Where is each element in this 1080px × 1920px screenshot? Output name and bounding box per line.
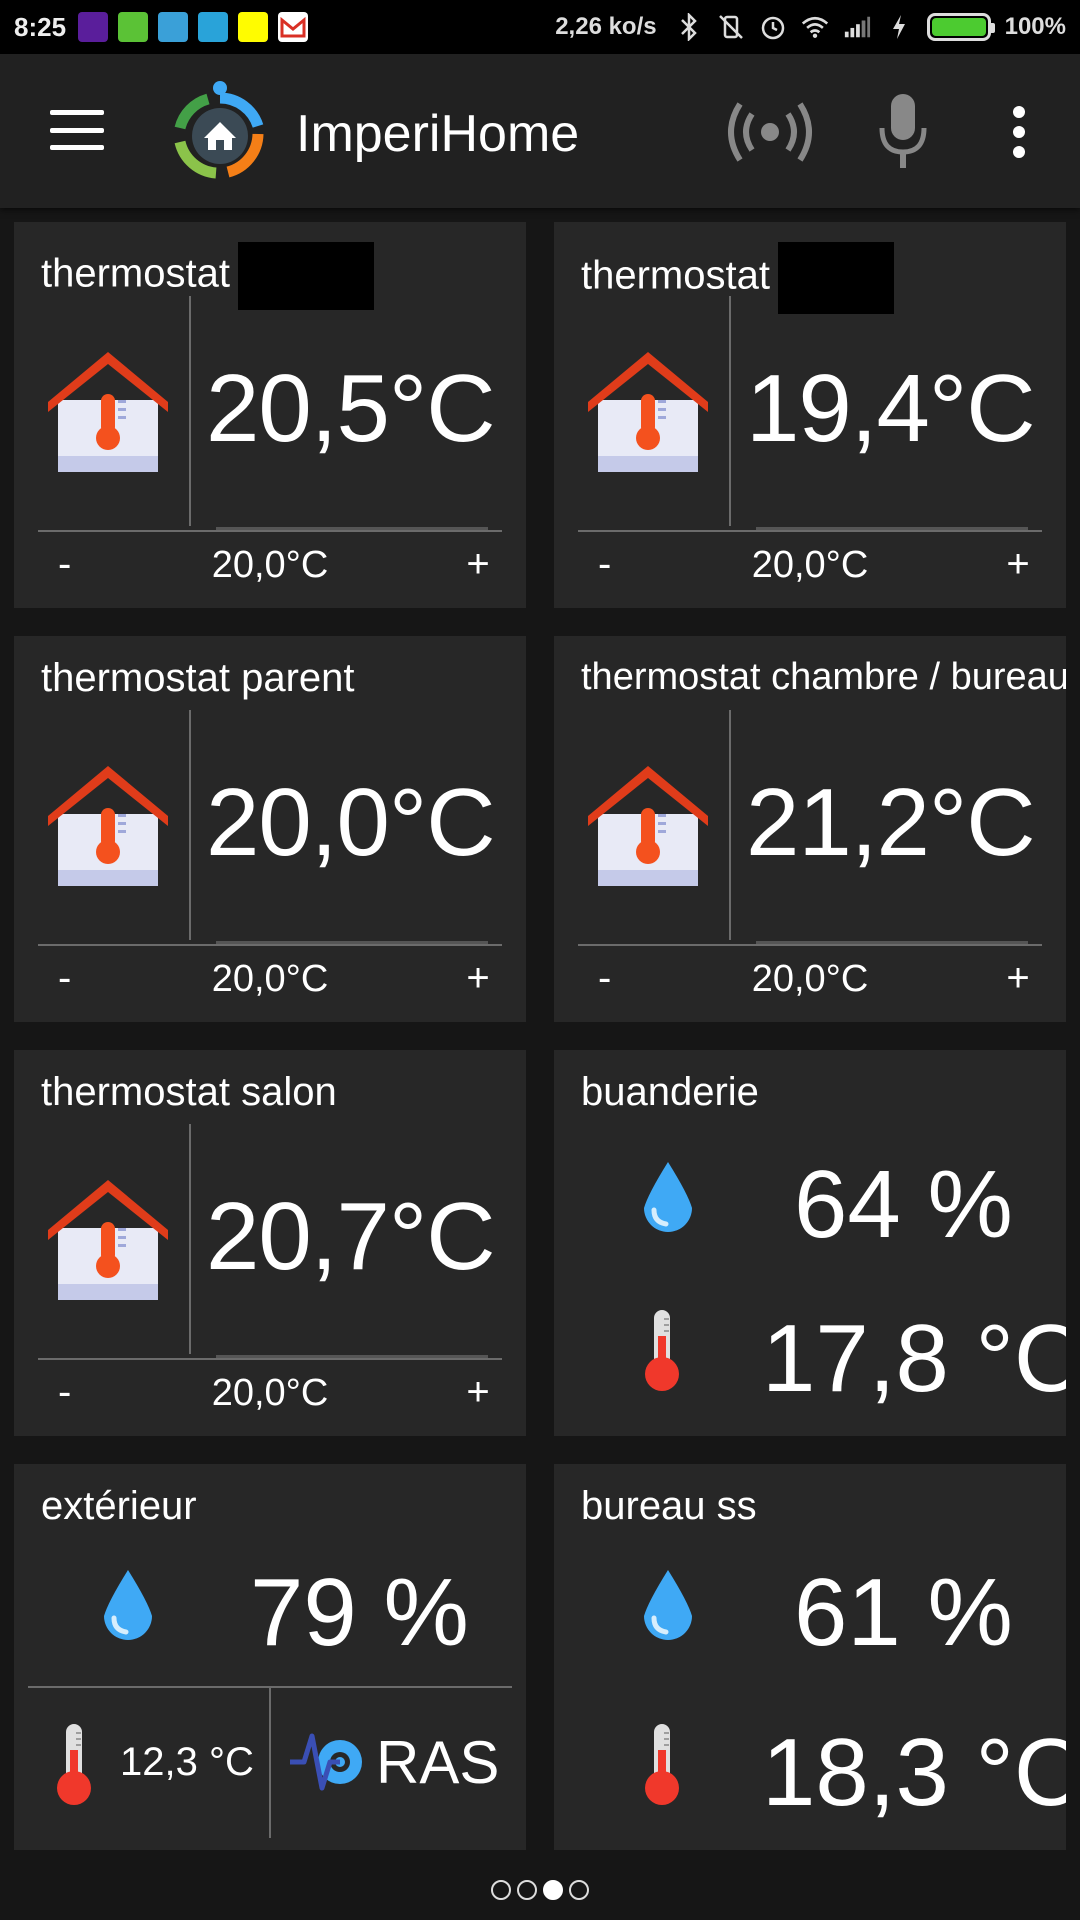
redacted-block [777, 242, 894, 314]
page-dot[interactable] [569, 1880, 589, 1900]
tile-title: thermostat [581, 242, 894, 314]
charging-icon [885, 13, 913, 41]
current-temperature: 20,7°C [206, 1183, 496, 1290]
page-dot[interactable] [491, 1880, 511, 1900]
thermostat-tile[interactable]: thermostat chambre / bureau 21,2°C - 20,… [554, 636, 1066, 1022]
house-thermometer-icon [48, 764, 168, 888]
battery-app-icon [118, 12, 149, 42]
temperature-value: 17,8 °C [762, 1305, 1066, 1412]
imperihome-logo [162, 76, 278, 192]
bluetooth-icon [675, 13, 703, 41]
network-speed: 2,26 ko/s [555, 13, 657, 40]
humidity-value: 64 % [794, 1151, 1013, 1258]
sensor-tile-bureau-ss[interactable]: bureau ss 61 % 18,3 °C [554, 1464, 1066, 1850]
app-title: ImperiHome [296, 105, 580, 163]
thermometer-icon [52, 1722, 96, 1808]
humidity-value: 61 % [794, 1559, 1013, 1666]
thermostat-tile[interactable]: thermostat parent 20,0°C - 20,0°C + [14, 636, 526, 1022]
tile-title: buanderie [581, 1070, 759, 1114]
page-dot[interactable] [517, 1880, 537, 1900]
current-temperature: 20,5°C [206, 355, 496, 462]
increase-button[interactable]: + [458, 956, 498, 1001]
status-bar: 8:25 2,26 ko/s 100% [0, 0, 1080, 54]
notification-icons [78, 12, 309, 42]
thermostat-tile[interactable]: thermostat 19,4°C - 20,0°C + [554, 222, 1066, 608]
thermostat-tile[interactable]: thermostat salon 20,7°C - 20,0°C + [14, 1050, 526, 1436]
decrease-button[interactable]: - [598, 956, 638, 1001]
tile-title: bureau ss [581, 1484, 757, 1528]
calendar-icon [198, 12, 229, 42]
sensor-tile-buanderie[interactable]: buanderie 64 % 17,8 °C [554, 1050, 1066, 1436]
broadcast-button[interactable] [722, 92, 818, 172]
thermometer-icon [640, 1308, 684, 1394]
thermostat-tile[interactable]: thermostat 20,5°C - 20,0°C + [14, 222, 526, 608]
page-indicator[interactable] [0, 1872, 1080, 1908]
tile-title: thermostat parent [41, 656, 355, 700]
house-thermometer-icon [48, 1178, 168, 1302]
signal-icon [843, 13, 871, 41]
status-value: RAS [376, 1729, 500, 1796]
status-right: 2,26 ko/s 100% [555, 0, 1066, 54]
house-thermometer-icon [588, 764, 708, 888]
app-bar: ImperiHome [0, 54, 1080, 208]
wifi-icon [801, 13, 829, 41]
tile-title: extérieur [41, 1484, 197, 1528]
humidity-drop-icon [638, 1568, 698, 1644]
alarm-icon [759, 13, 787, 41]
microphone-button[interactable] [876, 92, 930, 172]
thermometer-icon [640, 1722, 684, 1808]
decrease-button[interactable]: - [58, 1370, 98, 1415]
hamburger-menu-button[interactable] [50, 110, 104, 150]
decrease-button[interactable]: - [598, 542, 638, 587]
temperature-value: 12,3 °C [120, 1740, 254, 1784]
news-icon [158, 12, 189, 42]
page-dot-active[interactable] [543, 1880, 563, 1900]
decrease-button[interactable]: - [58, 956, 98, 1001]
current-temperature: 19,4°C [746, 355, 1036, 462]
humidity-drop-icon [98, 1568, 158, 1644]
vibrate-off-icon [717, 13, 745, 41]
current-temperature: 21,2°C [746, 769, 1036, 876]
status-pulse-icon [288, 1726, 368, 1796]
battery-icon [926, 13, 995, 41]
battery-percent: 100% [1004, 13, 1066, 40]
decrease-button[interactable]: - [58, 542, 98, 587]
house-thermometer-icon [48, 350, 168, 474]
tile-title: thermostat salon [41, 1070, 337, 1114]
increase-button[interactable]: + [458, 1370, 498, 1415]
setpoint-value: 20,0°C [211, 544, 329, 586]
increase-button[interactable]: + [458, 542, 498, 587]
status-time: 8:25 [14, 11, 67, 42]
humidity-drop-icon [638, 1160, 698, 1236]
increase-button[interactable]: + [998, 956, 1038, 1001]
setpoint-value: 20,0°C [211, 958, 329, 1000]
humidity-value: 79 % [250, 1559, 469, 1666]
house-thermometer-icon [588, 350, 708, 474]
sensor-tile-exterieur[interactable]: extérieur 79 % 12,3 °C RAS [14, 1464, 526, 1850]
redacted-block [237, 242, 374, 310]
temperature-value: 18,3 °C [762, 1719, 1066, 1826]
tile-title: thermostat [41, 242, 374, 310]
setpoint-value: 20,0°C [751, 958, 869, 1000]
overflow-menu-button[interactable] [1004, 92, 1034, 172]
snapchat-icon [238, 12, 269, 42]
tile-title: thermostat chambre / bureau [581, 656, 1066, 698]
setpoint-value: 20,0°C [211, 1372, 329, 1414]
increase-button[interactable]: + [998, 542, 1038, 587]
setpoint-value: 20,0°C [751, 544, 869, 586]
weather-icon [78, 12, 109, 42]
current-temperature: 20,0°C [206, 769, 496, 876]
gmail-icon [278, 12, 309, 42]
